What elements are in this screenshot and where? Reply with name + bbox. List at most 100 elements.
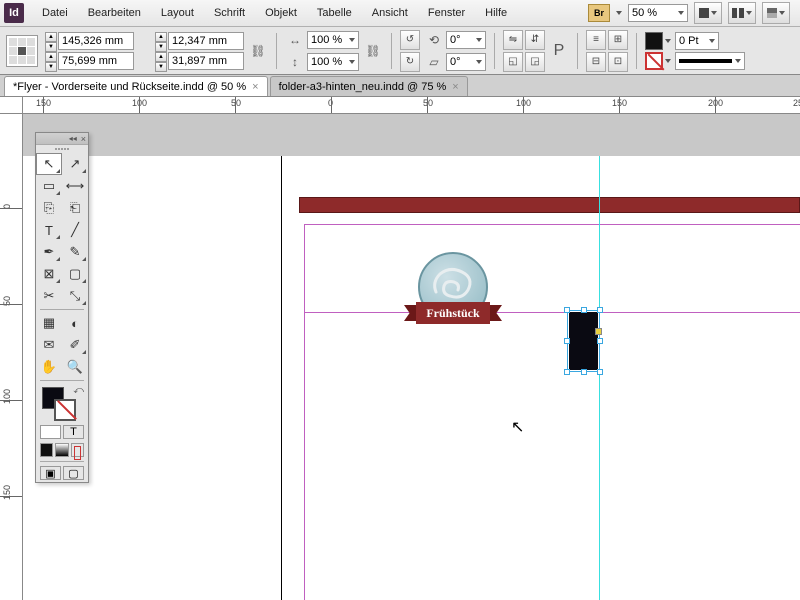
bridge-button[interactable]: Br [588,4,610,22]
x-field[interactable]: ▲▼145,326 mm [58,32,134,50]
scale-y-field[interactable]: 100 % [307,53,359,71]
menu-bar: Id Datei Bearbeiten Layout Schrift Objek… [0,0,800,27]
menu-objekt[interactable]: Objekt [255,0,307,27]
stroke-dropdown-icon[interactable] [665,59,671,63]
badge-ribbon: Frühstück [408,302,498,324]
width-field[interactable]: ▲▼12,347 mm [168,32,244,50]
direct-selection-tool[interactable]: ↗ [62,153,88,175]
line-tool[interactable]: ╱ [62,219,88,241]
type-tool[interactable]: T [36,219,62,241]
collapse-icon[interactable]: ◂◂ [69,134,77,143]
align-button-2[interactable]: ⊞ [608,30,628,50]
rotate-cw-button[interactable]: ↻ [400,52,420,72]
vertical-ruler[interactable]: 0 50 100 150 [0,114,23,600]
height-field[interactable]: ▲▼31,897 mm [168,52,244,70]
menu-bearbeiten[interactable]: Bearbeiten [78,0,151,27]
stroke-swatch[interactable] [645,52,663,70]
zoom-level-field[interactable]: 50 % [628,4,688,22]
flip-v-button[interactable]: ⇵ [525,30,545,50]
document-canvas[interactable]: Frühstück ↖ [23,114,800,600]
selection-tool[interactable]: ↖ [36,153,62,175]
swap-colors-icon[interactable]: ⤺ [73,385,84,396]
close-icon[interactable]: × [252,81,258,93]
close-icon[interactable]: × [452,81,458,93]
gap-tool[interactable]: ⟷ [62,175,88,197]
y-field[interactable]: ▲▼75,699 mm [58,52,134,70]
color-mode-gradient[interactable] [55,443,68,457]
stroke-style-field[interactable] [675,52,745,70]
rectangle-tool[interactable]: ▢ [62,263,88,285]
document-tab-bar: *Flyer - Vorderseite und Rückseite.indd … [0,75,800,97]
hand-tool[interactable]: ✋ [36,356,62,378]
align-button-3[interactable]: ⊟ [586,52,606,72]
scale-x-field[interactable]: 100 % [307,31,359,49]
fruehstueck-badge[interactable]: Frühstück [408,252,498,342]
gradient-swatch-tool[interactable]: ▦ [36,312,62,334]
align-button-1[interactable]: ≡ [586,30,606,50]
rotate-ccw-button[interactable]: ↺ [400,30,420,50]
flip-h-button[interactable]: ⇋ [503,30,523,50]
scale-y-icon: ↕ [285,52,305,72]
red-header-band[interactable] [299,197,800,213]
close-icon[interactable]: × [81,134,86,144]
page-edge [281,156,282,600]
menu-layout[interactable]: Layout [151,0,204,27]
tab-folder[interactable]: folder-a3-hinten_neu.indd @ 75 %× [270,76,468,96]
free-transform-tool[interactable]: ⤡ [62,285,88,307]
constrain-scale-icon[interactable]: ⛓ [363,41,383,61]
preview-view-button[interactable]: ▢ [63,466,84,480]
fill-swatch[interactable] [645,32,663,50]
ruler-origin[interactable] [0,97,23,114]
apply-color-row: T [36,423,88,441]
control-bar: X:▲▼145,326 mm Y:▲▼75,699 mm B:▲▼12,347 … [0,27,800,75]
content-placer-tool[interactable]: ⎗ [62,197,88,219]
color-mode-solid[interactable] [40,443,53,457]
color-mode-none[interactable] [71,443,84,457]
rectangle-frame-tool[interactable]: ⊠ [36,263,62,285]
fill-stroke-swatch[interactable]: ⤺ [36,383,88,423]
menu-ansicht[interactable]: Ansicht [362,0,418,27]
note-tool[interactable]: ✉ [36,334,62,356]
stroke-weight-field[interactable]: 0 Pt [675,32,719,50]
page-tool[interactable]: ▭ [36,175,62,197]
align-button-4[interactable]: ⊡ [608,52,628,72]
panel-header[interactable]: ◂◂ × [36,133,88,145]
menu-tabelle[interactable]: Tabelle [307,0,362,27]
gradient-feather-tool[interactable]: ◐ [62,312,88,334]
scissors-tool[interactable]: ✂ [36,285,62,307]
tools-panel[interactable]: ◂◂× ↖ ↗ ▭ ⟷ ⎘ ⎗ T ╱ ✒ ✎ ⊠ ▢ ✂ ⤡ ▦ ◐ ✉ ✐ … [35,132,89,483]
rotate-field[interactable]: 0° [446,31,486,49]
menu-hilfe[interactable]: Hilfe [475,0,517,27]
p-indicator-icon: P [549,41,569,61]
tab-flyer[interactable]: *Flyer - Vorderseite und Rückseite.indd … [4,76,268,96]
selected-object[interactable] [567,310,600,372]
pencil-tool[interactable]: ✎ [62,241,88,263]
zoom-tool[interactable]: 🔍 [62,356,88,378]
reference-point[interactable] [6,35,38,67]
screen-mode-button[interactable] [694,2,722,24]
horizontal-guide[interactable] [304,312,800,313]
eyedropper-tool[interactable]: ✐ [62,334,88,356]
fill-dropdown-icon[interactable] [665,39,671,43]
stroke-color-swatch[interactable] [54,399,76,421]
constrain-wh-icon[interactable]: ⛓ [248,41,268,61]
arrange-documents-button[interactable] [728,2,756,24]
menu-schrift[interactable]: Schrift [204,0,255,27]
shear-field[interactable]: 0° [446,53,486,71]
horizontal-ruler[interactable]: 150 100 50 0 50 100 150 200 250 [23,97,800,114]
normal-view-button[interactable]: ▣ [40,466,61,480]
workspace-button[interactable] [762,2,790,24]
pen-tool[interactable]: ✒ [36,241,62,263]
bridge-dropdown-icon[interactable] [616,11,622,15]
menu-fenster[interactable]: Fenster [418,0,475,27]
menu-datei[interactable]: Datei [32,0,78,27]
panel-grip[interactable] [36,145,88,153]
select-content-button[interactable]: ◲ [525,52,545,72]
apply-to-text-button[interactable]: T [63,425,84,439]
app-icon: Id [4,3,24,23]
column-guide[interactable] [599,156,600,600]
select-container-button[interactable]: ◱ [503,52,523,72]
content-collector-tool[interactable]: ⎘ [36,197,62,219]
anchor-point[interactable] [595,328,602,335]
apply-to-container-button[interactable] [40,425,61,439]
